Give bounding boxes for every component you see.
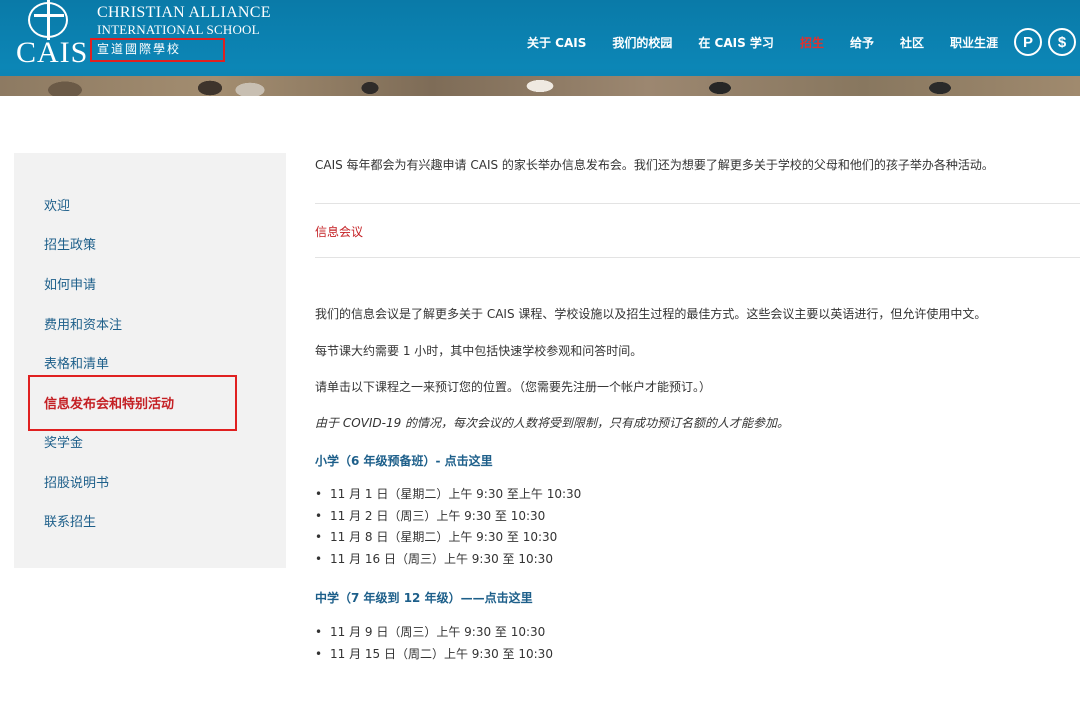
sidebar-item-how-to-apply[interactable]: 如何申请 <box>44 274 96 293</box>
primary-heading-link[interactable]: 小学（6 年级预备班）- 点击这里 <box>315 452 493 469</box>
school-name-line2: INTERNATIONAL SCHOOL <box>97 22 260 37</box>
sidebar-item-fees[interactable]: 费用和资本注 <box>44 314 122 333</box>
section-title[interactable]: 信息会议 <box>315 223 363 240</box>
secondary-heading-link[interactable]: 中学（7 年级到 12 年级）——点击这里 <box>315 589 533 606</box>
school-name-line1: CHRISTIAN ALLIANCE <box>97 4 271 21</box>
sidebar-item-scholarships[interactable]: 奖学金 <box>44 432 83 451</box>
payment-icon[interactable]: $ <box>1048 28 1076 56</box>
list-item: 11 月 15 日（周二）上午 9:30 至 10:30 <box>315 644 553 666</box>
list-item: 11 月 8 日（星期二）上午 9:30 至 10:30 <box>315 527 581 549</box>
school-logo[interactable]: CAIS <box>14 0 87 69</box>
top-navigation: 关于 CAIS 我们的校园 在 CAIS 学习 招生 给予 社区 职业生涯 P … <box>527 28 1080 56</box>
admissions-sidebar: 欢迎 招生政策 如何申请 费用和资本注 表格和清单 信息发布会和特别活动 奖学金… <box>14 153 286 568</box>
divider <box>315 257 1080 258</box>
list-item: 11 月 2 日（周三）上午 9:30 至 10:30 <box>315 506 581 528</box>
annotation-highlight-box <box>90 38 225 62</box>
intro-text: CAIS 每年都会为有兴趣申请 CAIS 的家长举办信息发布会。我们还为想要了解… <box>315 158 994 172</box>
nav-community[interactable]: 社区 <box>900 34 924 51</box>
portal-icon[interactable]: P <box>1014 28 1042 56</box>
site-header: CAIS CHRISTIAN ALLIANCE INTERNATIONAL SC… <box>0 0 1080 96</box>
annotation-highlight-box <box>28 375 237 431</box>
nav-learning[interactable]: 在 CAIS 学习 <box>698 34 774 51</box>
list-item: 11 月 9 日（周三）上午 9:30 至 10:30 <box>315 622 553 644</box>
list-item: 11 月 16 日（周三）上午 9:30 至 10:30 <box>315 549 581 571</box>
nav-giving[interactable]: 给予 <box>850 34 874 51</box>
sidebar-item-policy[interactable]: 招生政策 <box>44 234 96 253</box>
nav-about[interactable]: 关于 CAIS <box>527 34 586 51</box>
nav-careers[interactable]: 职业生涯 <box>950 34 998 51</box>
list-item: 11 月 1 日（星期二）上午 9:30 至上午 10:30 <box>315 484 581 506</box>
paragraph: 请单击以下课程之一来预订您的位置。（您需要先注册一个帐户才能预订。） <box>315 380 712 394</box>
paragraph: 每节课大约需要 1 小时，其中包括快速学校参观和问答时间。 <box>315 344 643 358</box>
nav-campus[interactable]: 我们的校园 <box>612 34 672 51</box>
sidebar-item-welcome[interactable]: 欢迎 <box>44 195 70 214</box>
cross-emblem-icon <box>28 0 68 40</box>
logo-text: CAIS <box>16 36 89 69</box>
sidebar-item-prospectus[interactable]: 招股说明书 <box>44 472 109 491</box>
secondary-sessions-list: 11 月 9 日（周三）上午 9:30 至 10:30 11 月 15 日（周二… <box>315 622 553 665</box>
covid-notice: 由于 COVID-19 的情况，每次会议的人数将受到限制，只有成功预订名额的人才… <box>315 416 790 430</box>
sidebar-item-forms[interactable]: 表格和清单 <box>44 353 109 372</box>
nav-admissions[interactable]: 招生 <box>800 34 824 51</box>
sidebar-item-contact[interactable]: 联系招生 <box>44 511 96 530</box>
primary-sessions-list: 11 月 1 日（星期二）上午 9:30 至上午 10:30 11 月 2 日（… <box>315 484 581 571</box>
paragraph: 我们的信息会议是了解更多关于 CAIS 课程、学校设施以及招生过程的最佳方式。这… <box>315 307 987 321</box>
divider <box>315 203 1080 204</box>
header-photo-strip <box>0 76 1080 96</box>
